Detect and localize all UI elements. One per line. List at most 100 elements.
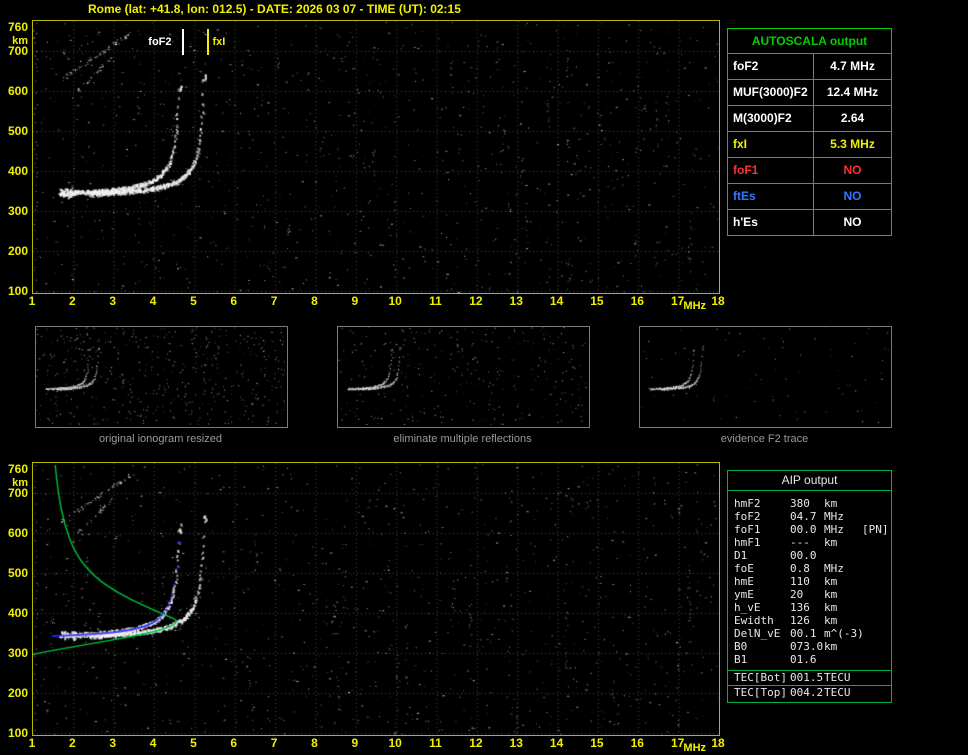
- x-tick-label: 9: [351, 736, 359, 750]
- chart2-canvas: [33, 463, 719, 735]
- x-tick-label: 13: [509, 736, 523, 750]
- aip-param-unit: km: [824, 536, 838, 549]
- y-tick-label: 200: [7, 244, 28, 258]
- thumbnail3-canvas: [640, 327, 889, 425]
- aip-rows: hmF2 380 km foF2 04.7 MHz foF1 00.0 MHz [PN] hmF1 -…: [728, 491, 891, 700]
- aip-param-value: 126: [790, 614, 810, 627]
- aip-param-unit: km: [824, 497, 838, 510]
- x-tick-label: 11: [429, 294, 442, 308]
- chart1-y-axis: 760 700 600 500 400 300 200 100 km: [2, 21, 30, 297]
- x-tick-label: 11: [429, 736, 442, 750]
- row-label: fxI: [733, 137, 748, 151]
- aip-param-extra: [862, 601, 891, 614]
- autoscala-output-table: AUTOSCALA output foF2 4.7 MHz MUF(3000)F…: [727, 28, 892, 236]
- aip-param-value: 380: [790, 497, 810, 510]
- thumbnail2-canvas: [338, 327, 587, 425]
- fxI-marker-label: fxI: [212, 36, 226, 48]
- thumbnail-multiple-reflections: [337, 326, 590, 428]
- aip-param-name: TEC[Bot]: [734, 671, 787, 684]
- aip-row-fof1: foF1 00.0 MHz [PN]: [728, 523, 891, 536]
- row-label: foF1: [733, 163, 759, 177]
- aip-param-name: foF1: [734, 523, 761, 536]
- aip-param-extra: [862, 614, 891, 627]
- x-tick-label: 6: [230, 736, 238, 750]
- aip-row-hme: hmE 110 km: [728, 575, 891, 588]
- chart2-y-axis: 760 700 600 500 400 300 200 100 km: [2, 463, 30, 739]
- aip-param-extra: [862, 686, 891, 700]
- aip-row-deln-ve: DelN_vE 00.1 m^(-3): [728, 627, 891, 640]
- foF2-marker-label: foF2: [148, 36, 172, 48]
- x-tick-label: 8: [311, 736, 318, 750]
- table-row-m3000: M(3000)F2 2.64: [728, 105, 891, 131]
- aip-param-unit: MHz: [824, 523, 844, 536]
- aip-param-name: h_vE: [734, 601, 761, 614]
- row-value: NO: [813, 184, 891, 209]
- y-tick-label: 500: [7, 124, 28, 138]
- aip-param-value: 01.6: [790, 653, 817, 666]
- aip-param-unit: MHz: [824, 510, 844, 523]
- x-tick-label: 16: [630, 736, 644, 750]
- aip-row-ewidth: Ewidth 126 km: [728, 614, 891, 627]
- y-tick-label: 300: [7, 646, 28, 660]
- table-row-ftEs: ftEs NO: [728, 183, 891, 209]
- chart1-canvas: [33, 21, 719, 293]
- y-axis-unit-label: km: [12, 477, 28, 489]
- x-tick-label: 10: [388, 736, 402, 750]
- x-tick-label: 13: [509, 294, 523, 308]
- aip-param-name: B1: [734, 653, 748, 666]
- x-tick-label: 2: [69, 294, 76, 308]
- chart1-x-axis: 1 2 3 4 5 6 7 8 9 10 11 12 13 14 15 16 17 18 MHz: [29, 294, 725, 312]
- thumbnail-f2-trace: [639, 326, 892, 428]
- aip-param-extra: [862, 549, 891, 562]
- aip-param-unit: km: [824, 640, 838, 653]
- row-label: foF2: [733, 59, 759, 73]
- row-value: NO: [813, 158, 891, 183]
- y-tick-label: 400: [7, 164, 28, 178]
- foF2-marker-line: [182, 29, 185, 55]
- thumbnail-original-ionogram: [35, 326, 288, 428]
- aip-param-name: TEC[Top]: [734, 686, 787, 699]
- aip-param-name: hmE: [734, 575, 754, 588]
- aip-param-value: 004.2: [790, 686, 824, 699]
- aip-param-value: 00.1: [790, 627, 817, 640]
- x-axis-unit-label: MHz: [683, 300, 707, 312]
- x-tick-label: 4: [149, 736, 157, 750]
- autoscala-window: Rome (lat: +41.8, lon: 012.5) - DATE: 20…: [0, 0, 968, 755]
- table-row-fxI: fxI 5.3 MHz: [728, 131, 891, 157]
- x-tick-label: 5: [190, 294, 197, 308]
- aip-param-unit: m^(-3): [824, 627, 864, 640]
- aip-param-name: B0: [734, 640, 748, 653]
- y-tick-label: 600: [7, 84, 28, 98]
- aip-param-value: 00.0: [790, 549, 817, 562]
- x-tick-label: 12: [469, 736, 483, 750]
- x-tick-label: 3: [109, 294, 117, 308]
- aip-row-hmf1: hmF1 --- km: [728, 536, 891, 549]
- aip-param-extra: [862, 671, 891, 685]
- x-axis-unit-label: MHz: [683, 742, 707, 754]
- row-value: NO: [813, 210, 891, 235]
- x-tick-label: 7: [270, 736, 278, 750]
- chart2-x-axis: 1 2 3 4 5 6 7 8 9 10 11 12 13 14 15 16 17 18 MHz: [29, 736, 725, 754]
- x-tick-label: 6: [230, 294, 238, 308]
- aip-param-name: DelN_vE: [734, 627, 781, 640]
- chart1-ionogram: foF2 fxI: [32, 20, 720, 294]
- aip-param-unit: km: [824, 588, 838, 601]
- aip-output-table: AIP output hmF2 380 km foF2 04.7 MHz foF1 00.0 M…: [727, 470, 892, 703]
- thumbnail1-canvas: [36, 327, 285, 425]
- x-tick-label: 14: [549, 736, 564, 750]
- x-tick-label: 8: [311, 294, 318, 308]
- aip-param-value: ---: [790, 536, 810, 549]
- y-tick-label: 300: [7, 204, 28, 218]
- x-tick-label: 9: [351, 294, 359, 308]
- autoscala-table-title: AUTOSCALA output: [751, 34, 868, 48]
- aip-row-fof2: foF2 04.7 MHz: [728, 510, 891, 523]
- row-value: 4.7 MHz: [813, 54, 891, 79]
- aip-param-extra: [862, 575, 891, 588]
- aip-row-hmf2: hmF2 380 km: [728, 497, 891, 510]
- aip-param-unit: km: [824, 614, 838, 627]
- aip-param-extra: [PN]: [862, 523, 889, 536]
- aip-param-name: hmF1: [734, 536, 761, 549]
- x-tick-label: 18: [711, 294, 725, 308]
- aip-param-value: 110: [790, 575, 810, 588]
- row-label: MUF(3000)F2: [733, 85, 808, 99]
